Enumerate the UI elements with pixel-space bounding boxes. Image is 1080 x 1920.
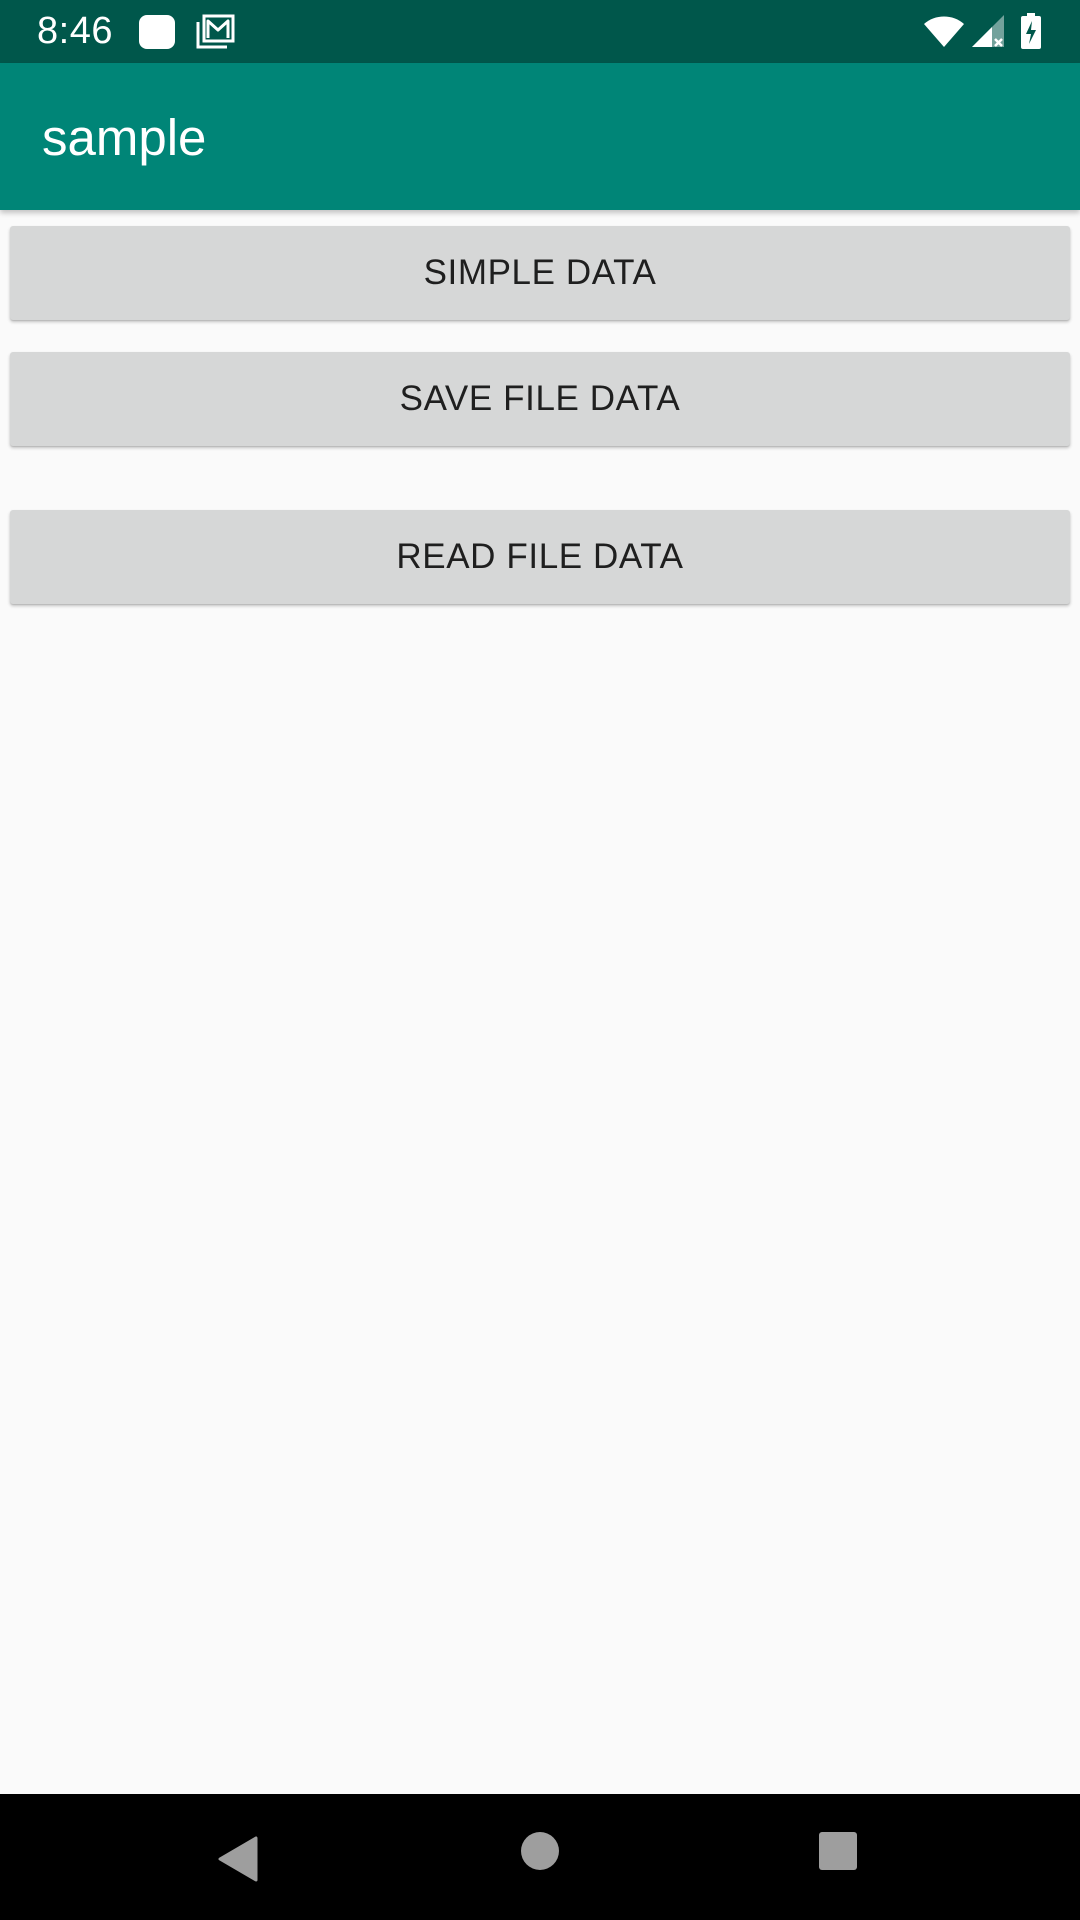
read-file-data-button[interactable]: READ FILE DATA — [10, 510, 1070, 604]
recents-icon[interactable] — [818, 1831, 858, 1871]
status-bar: 8:46 — [0, 0, 1080, 63]
battery-charging-icon — [1021, 13, 1041, 49]
back-icon[interactable] — [216, 1836, 260, 1882]
photo-message-icon — [196, 14, 235, 49]
simple-data-button[interactable]: SIMPLE DATA — [10, 226, 1070, 320]
status-time: 8:46 — [37, 10, 113, 52]
cell-signal-icon — [972, 15, 1004, 47]
wifi-icon — [924, 16, 964, 47]
app-title: sample — [42, 109, 207, 166]
app-bar: sample — [0, 63, 1080, 210]
home-icon[interactable] — [520, 1831, 560, 1871]
notification-square-icon — [139, 15, 175, 49]
navigation-bar — [0, 1794, 1080, 1920]
save-file-data-button[interactable]: SAVE FILE DATA — [10, 352, 1070, 446]
